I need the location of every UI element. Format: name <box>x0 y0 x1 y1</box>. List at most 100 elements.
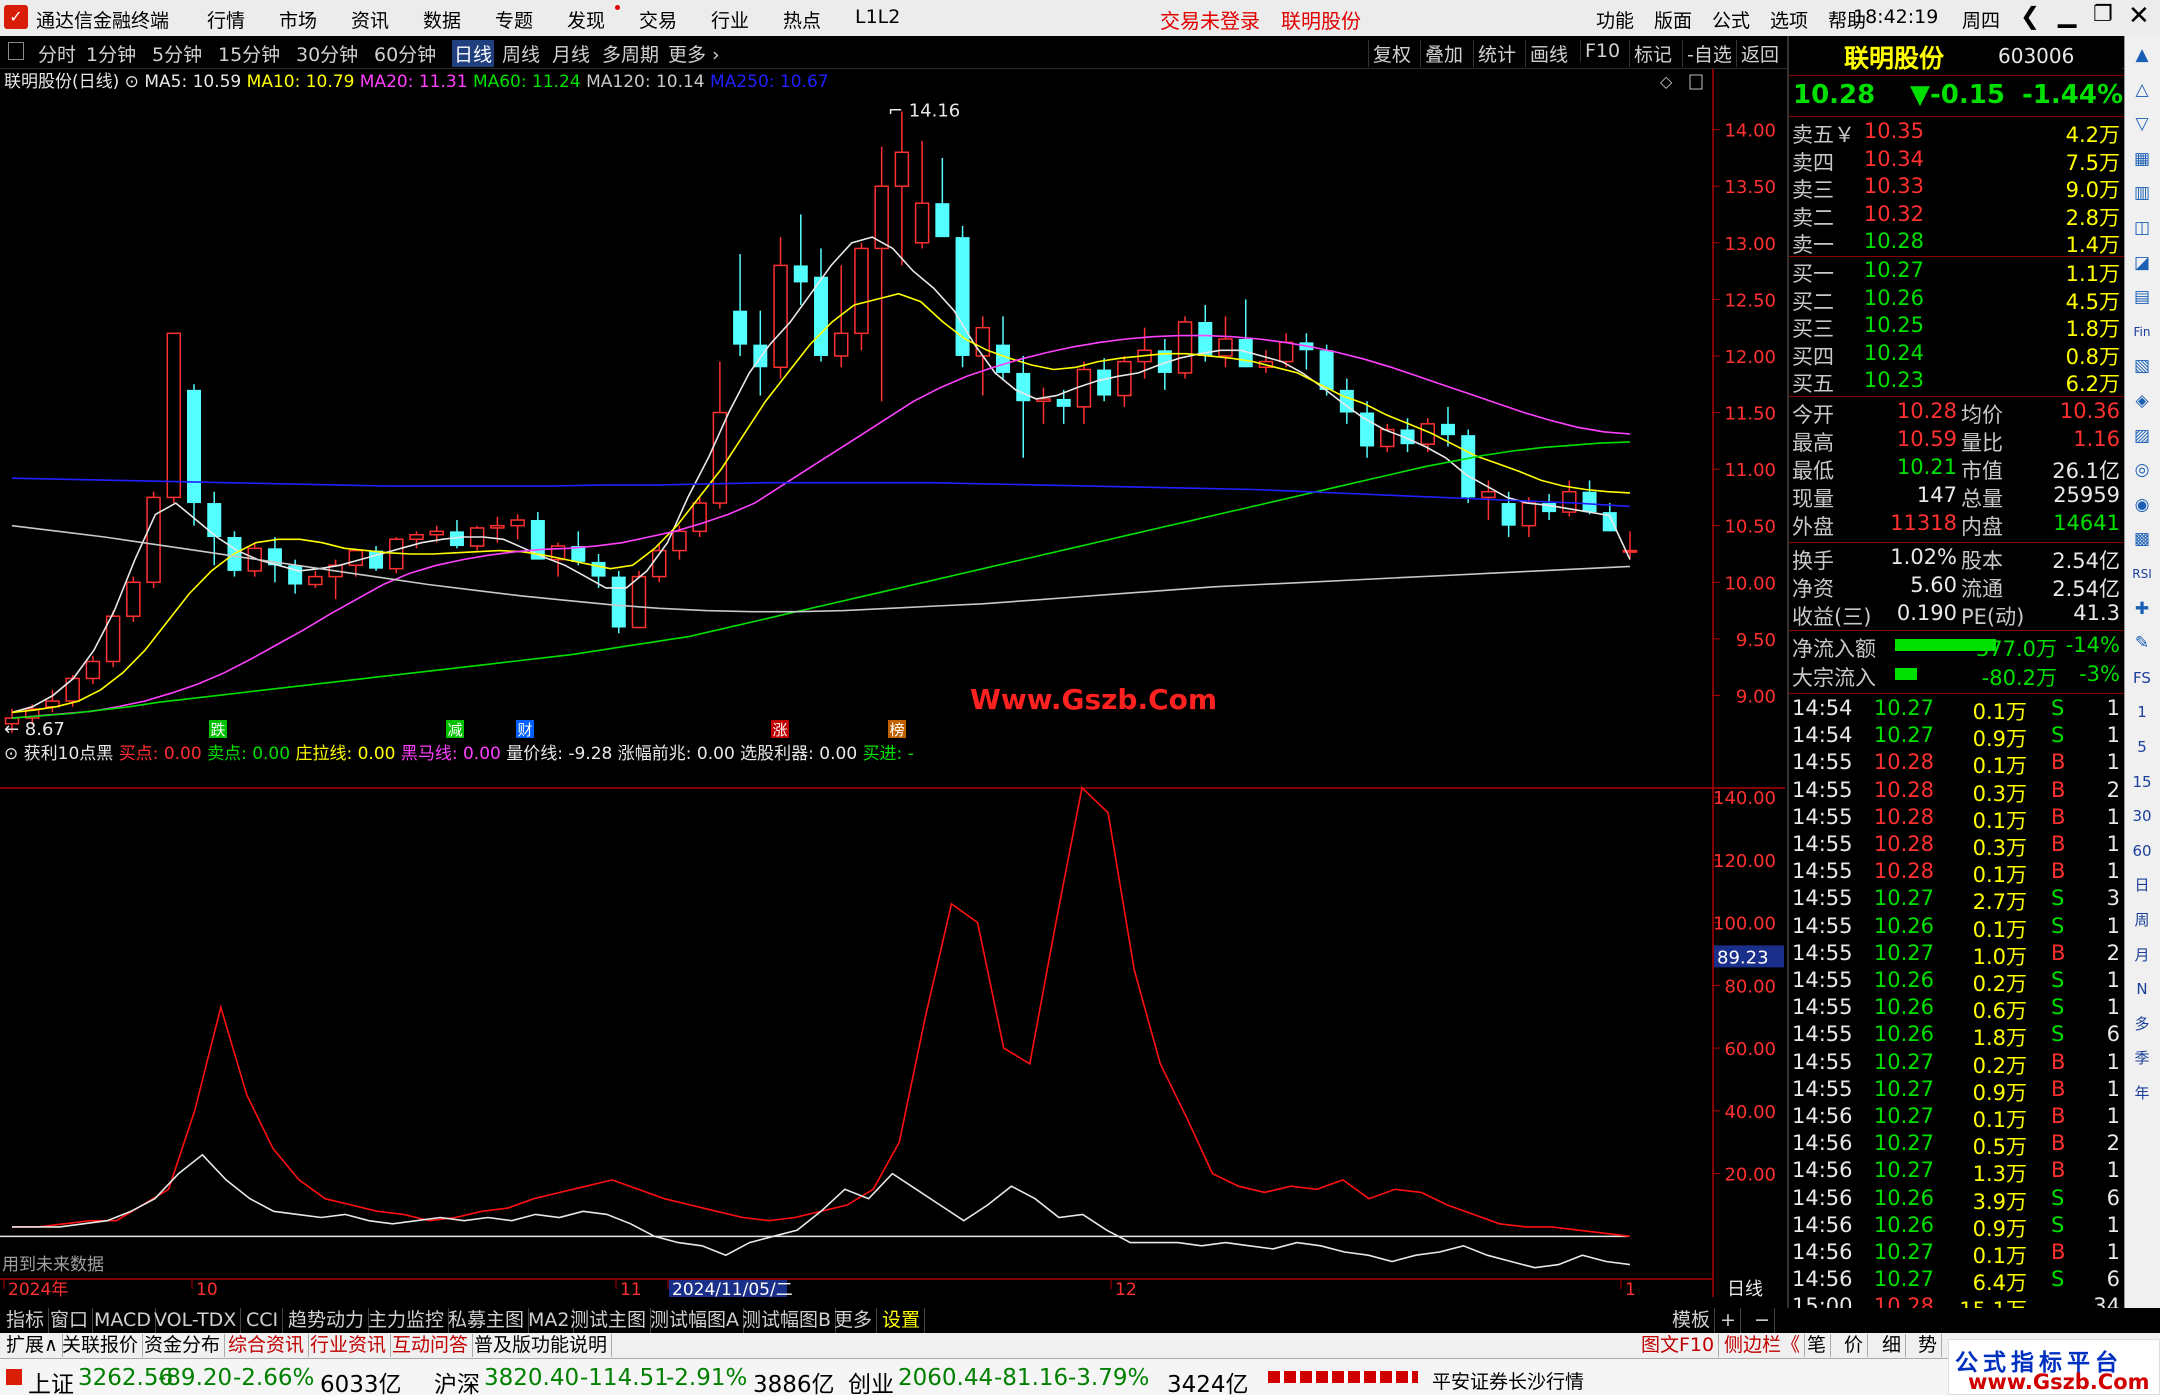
indicator-tab[interactable]: MACD <box>90 1308 156 1333</box>
indicator-tab[interactable]: 主力监控 <box>364 1308 450 1333</box>
period-tab[interactable]: 5分钟 <box>152 40 202 67</box>
indicator-tab[interactable]: 趋势动力 <box>284 1308 370 1333</box>
sidebar-tool-icon[interactable]: ▧ <box>2129 353 2155 379</box>
sidebar-tool-icon[interactable]: 30 <box>2129 803 2155 829</box>
menu-item-right[interactable]: 公式 <box>1712 6 1750 33</box>
indicator-tab[interactable]: 指标 <box>2 1308 50 1333</box>
indicator-tab[interactable]: 私募主图 <box>444 1308 530 1333</box>
sidebar-tool-icon[interactable]: 季 <box>2129 1045 2155 1071</box>
event-marker[interactable]: 跌 <box>209 720 227 739</box>
menu-item[interactable]: 市场 <box>279 6 317 33</box>
sidebar-tool-icon[interactable]: ◫ <box>2129 215 2155 241</box>
sidebar-tool-icon[interactable]: ▩ <box>2129 526 2155 552</box>
event-marker[interactable]: 榜 <box>888 720 906 739</box>
menu-item[interactable]: 数据 <box>423 6 461 33</box>
index-name[interactable]: 沪深 <box>434 1365 480 1395</box>
event-marker[interactable]: 财 <box>516 720 534 739</box>
bottom-tab[interactable]: 互动问答 <box>388 1334 474 1357</box>
sidebar-tool-icon[interactable]: ▥ <box>2129 180 2155 206</box>
menu-item[interactable]: 行业 <box>711 6 749 33</box>
sidebar-tool-icon[interactable]: 月 <box>2129 942 2155 968</box>
sidebar-tool-icon[interactable]: ◉ <box>2129 492 2155 518</box>
bottom-right-tab[interactable]: 价 <box>1840 1334 1869 1357</box>
event-marker[interactable]: 涨 <box>771 720 789 739</box>
chart-tool-button[interactable]: 叠加 <box>1420 40 1467 67</box>
menu-item-right[interactable]: 功能 <box>1596 6 1634 33</box>
sidebar-tool-icon[interactable]: ◎ <box>2129 457 2155 483</box>
bottom-tab[interactable]: 扩展∧ <box>2 1334 63 1357</box>
sidebar-tool-icon[interactable]: ◪ <box>2129 250 2155 276</box>
buy-level-row[interactable]: 买五 10.23 6.2万 <box>1789 368 2124 396</box>
sidebar-tool-icon[interactable]: 5 <box>2129 734 2155 760</box>
sidebar-tool-icon[interactable]: △ <box>2129 77 2155 103</box>
buy-level-row[interactable]: 买三 10.25 1.8万 <box>1789 313 2124 341</box>
sidebar-tool-icon[interactable]: ✚ <box>2129 596 2155 622</box>
indicator-tab[interactable]: 测试幅图B <box>738 1308 837 1333</box>
menu-item-right[interactable]: 选项 <box>1770 6 1808 33</box>
menu-item-right[interactable]: 版面 <box>1654 6 1692 33</box>
index-name[interactable]: 上证 <box>28 1365 74 1395</box>
chart-tool-button[interactable]: 复权 <box>1368 40 1415 67</box>
sidebar-tool-icon[interactable]: RSI <box>2129 561 2155 587</box>
menu-item[interactable]: 热点 <box>783 6 821 33</box>
chart-tool-button[interactable]: 返回 <box>1736 40 1783 67</box>
bottom-right-tab[interactable]: 图文F10 <box>1637 1334 1720 1357</box>
sell-level-row[interactable]: 卖一 10.28 1.4万 <box>1789 229 2124 257</box>
back-arrow-icon[interactable]: ❮ <box>2020 2 2040 30</box>
restore-icon[interactable]: ❐ <box>2093 2 2113 27</box>
bottom-right-tab[interactable]: 细 <box>1878 1334 1907 1357</box>
chart-tool-button[interactable]: 标记 <box>1629 40 1676 67</box>
menu-item[interactable]: 专题 <box>495 6 533 33</box>
template-control[interactable]: − <box>1750 1308 1775 1333</box>
sidebar-tool-icon[interactable]: 1 <box>2129 699 2155 725</box>
sidebar-tool-icon[interactable]: ▤ <box>2129 284 2155 310</box>
chart-tool-button[interactable]: F10 <box>1580 40 1624 62</box>
template-control[interactable]: 模板 <box>1668 1308 1716 1333</box>
bottom-right-tab[interactable]: 笔 <box>1803 1334 1832 1357</box>
bottom-tab[interactable]: 综合资讯 <box>224 1334 310 1357</box>
period-toggle-icon[interactable] <box>8 42 24 60</box>
sidebar-tool-icon[interactable]: N <box>2129 976 2155 1002</box>
bottom-tab[interactable]: 资金分布 <box>140 1334 226 1357</box>
sidebar-tool-icon[interactable]: ▨ <box>2129 423 2155 449</box>
index-name[interactable]: 创业 <box>848 1365 894 1395</box>
period-tab[interactable]: 多周期 <box>602 40 659 67</box>
indicator-tab[interactable]: 更多 <box>830 1308 878 1333</box>
period-tab[interactable]: 15分钟 <box>218 40 280 67</box>
minimize-icon[interactable]: ▁ <box>2058 0 2076 28</box>
bottom-right-tab[interactable]: 势 <box>1914 1334 1943 1357</box>
sidebar-tool-icon[interactable]: FS <box>2129 665 2155 691</box>
indicator-tab[interactable]: 窗口 <box>46 1308 94 1333</box>
sidebar-tool-icon[interactable]: 周 <box>2129 907 2155 933</box>
sidebar-tool-icon[interactable]: 年 <box>2129 1080 2155 1106</box>
chart-tool-button[interactable]: 统计 <box>1473 40 1520 67</box>
menu-item[interactable]: L1L2 <box>855 6 900 28</box>
period-tab[interactable]: 周线 <box>502 40 540 67</box>
chart-tool-button[interactable]: -自选 <box>1682 40 1736 67</box>
buy-level-row[interactable]: 买四 10.24 0.8万 <box>1789 341 2124 369</box>
kline-chart[interactable]: 联明股份(日线) ⊙ MA5: 10.59 MA10: 10.79 MA20: … <box>0 69 1785 1297</box>
sidebar-tool-icon[interactable]: ✎ <box>2129 630 2155 656</box>
sell-level-row[interactable]: 卖五￥ 10.35 4.2万 <box>1789 119 2124 147</box>
indicator-tab[interactable]: 测试幅图A <box>646 1308 744 1333</box>
sidebar-tool-icon[interactable]: ▲ <box>2129 42 2155 68</box>
template-control[interactable]: + <box>1716 1308 1741 1333</box>
indicator-tab[interactable]: 设置 <box>878 1308 926 1333</box>
bottom-tab[interactable]: 行业资讯 <box>306 1334 392 1357</box>
sidebar-tool-icon[interactable]: 15 <box>2129 769 2155 795</box>
period-tab[interactable]: 月线 <box>552 40 590 67</box>
sidebar-tool-icon[interactable]: Fin <box>2129 319 2155 345</box>
close-icon[interactable]: ✕ <box>2128 1 2150 31</box>
menu-item[interactable]: 交易 <box>639 6 677 33</box>
period-tab[interactable]: 分时 <box>38 40 76 67</box>
period-tab[interactable]: 30分钟 <box>296 40 358 67</box>
period-tab[interactable]: 日线 <box>452 40 495 67</box>
chart-option-icon[interactable]: ◇ <box>1660 72 1673 91</box>
event-marker[interactable]: 减 <box>446 720 464 739</box>
sidebar-tool-icon[interactable]: 60 <box>2129 838 2155 864</box>
menu-item[interactable]: 发现 <box>567 6 605 33</box>
buy-level-row[interactable]: 买二 10.26 4.5万 <box>1789 286 2124 314</box>
buy-level-row[interactable]: 买一 10.27 1.1万 <box>1789 258 2124 286</box>
sell-level-row[interactable]: 卖三 10.33 9.0万 <box>1789 174 2124 202</box>
period-tab[interactable]: 更多 › <box>668 40 720 67</box>
